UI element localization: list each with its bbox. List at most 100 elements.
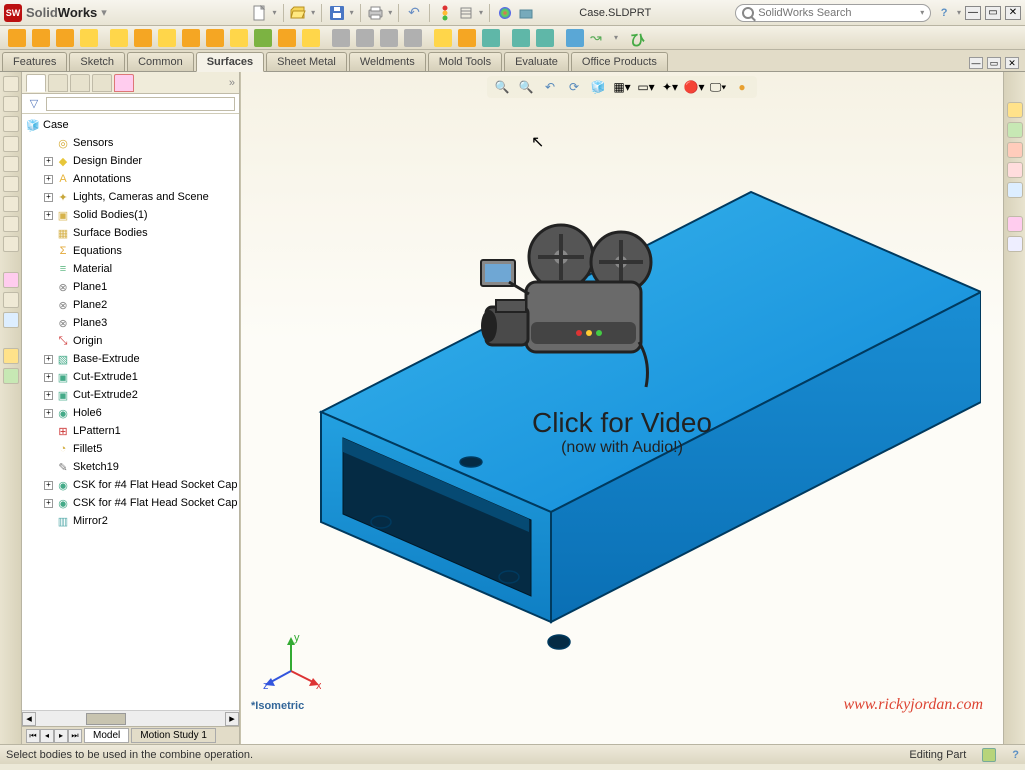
rail-icon[interactable]: [3, 236, 19, 252]
tab-sketch[interactable]: Sketch: [69, 52, 125, 71]
tab-weldments[interactable]: Weldments: [349, 52, 426, 71]
tree-item[interactable]: ◔Fillet5: [22, 440, 239, 458]
task-icon[interactable]: [1007, 162, 1023, 178]
feature-tree[interactable]: 🧊Case◎Sensors+◆Design Binder+AAnnotation…: [22, 114, 239, 710]
tree-tab-dim[interactable]: [92, 74, 112, 92]
tab-nav-last[interactable]: ⏭: [68, 729, 82, 743]
help-button[interactable]: ?: [935, 3, 953, 23]
tree-item[interactable]: +▣Cut-Extrude2: [22, 386, 239, 404]
task-icon[interactable]: [1007, 236, 1023, 252]
rail-icon[interactable]: [3, 312, 19, 328]
tree-item[interactable]: +◉CSK for #4 Flat Head Socket Cap: [22, 476, 239, 494]
status-help-icon[interactable]: ?: [1012, 749, 1019, 761]
tab-nav-next[interactable]: ▸: [54, 729, 68, 743]
cmd-icon-23[interactable]: [566, 29, 584, 47]
tree-item[interactable]: ≡Material: [22, 260, 239, 278]
cmd-icon-3[interactable]: [56, 29, 74, 47]
expand-icon[interactable]: +: [44, 481, 53, 490]
rail-icon[interactable]: [3, 136, 19, 152]
tree-item[interactable]: ⊗Plane2: [22, 296, 239, 314]
appearance-drop-icon[interactable]: 🔴▾: [685, 78, 703, 96]
search-box[interactable]: ▾: [735, 4, 931, 22]
tree-item[interactable]: ⤡Origin: [22, 332, 239, 350]
tree-item[interactable]: +▧Base-Extrude: [22, 350, 239, 368]
rail-icon[interactable]: [3, 156, 19, 172]
tree-item[interactable]: +✦Lights, Cameras and Scene: [22, 188, 239, 206]
rail-icon[interactable]: [3, 176, 19, 192]
tree-item[interactable]: ✎Sketch19: [22, 458, 239, 476]
tab-sheet metal[interactable]: Sheet Metal: [266, 52, 347, 71]
tree-item[interactable]: ◎Sensors: [22, 134, 239, 152]
cmd-icon-12[interactable]: [278, 29, 296, 47]
tree-item[interactable]: ΣEquations: [22, 242, 239, 260]
expand-icon[interactable]: +: [44, 499, 53, 508]
tree-item[interactable]: +▣Solid Bodies(1): [22, 206, 239, 224]
section-view-icon[interactable]: ⟳: [565, 78, 583, 96]
expand-icon[interactable]: +: [44, 157, 53, 166]
search-input[interactable]: [758, 7, 916, 19]
cmd-icon-11[interactable]: [254, 29, 272, 47]
tab-nav-prev[interactable]: ◂: [40, 729, 54, 743]
doc-restore-button[interactable]: ▭: [987, 57, 1001, 69]
tree-h-scrollbar[interactable]: ◂ ▸: [22, 710, 239, 726]
cmd-icon-24[interactable]: ↝: [590, 29, 608, 47]
cmd-icon-2[interactable]: [32, 29, 50, 47]
graphics-viewport[interactable]: 🔍 🔍 ↶ ⟳ 🧊 ▦▾ ▭▾ ✦▾ 🔴▾ 🖵▾ ● ↖: [240, 72, 1003, 744]
cmd-icon-8[interactable]: [182, 29, 200, 47]
tree-item[interactable]: ⊗Plane1: [22, 278, 239, 296]
bottom-tab-motion[interactable]: Motion Study 1: [131, 728, 216, 743]
tree-tabs-chevron-icon[interactable]: »: [229, 77, 235, 89]
expand-icon[interactable]: +: [44, 211, 53, 220]
doc-close-button[interactable]: ✕: [1005, 57, 1019, 69]
status-icon[interactable]: [982, 748, 996, 762]
tree-item[interactable]: ⊞LPattern1: [22, 422, 239, 440]
task-icon[interactable]: [1007, 216, 1023, 232]
appearance-button[interactable]: [496, 3, 514, 23]
tab-features[interactable]: Features: [2, 52, 67, 71]
scene-icon[interactable]: ✦▾: [661, 78, 679, 96]
rail-icon[interactable]: [3, 292, 19, 308]
render-icon[interactable]: 🖵▾: [709, 78, 727, 96]
tree-item[interactable]: +AAnnotations: [22, 170, 239, 188]
task-icon[interactable]: [1007, 142, 1023, 158]
cmd-icon-6[interactable]: [134, 29, 152, 47]
tree-item[interactable]: +◆Design Binder: [22, 152, 239, 170]
prev-view-icon[interactable]: ↶: [541, 78, 559, 96]
new-button[interactable]: [251, 3, 269, 23]
cmd-icon-7[interactable]: [158, 29, 176, 47]
tree-item[interactable]: +▣Cut-Extrude1: [22, 368, 239, 386]
expand-icon[interactable]: +: [44, 355, 53, 364]
video-overlay-text[interactable]: Click for Video (now with Audio!): [532, 407, 712, 457]
minimize-button[interactable]: —: [965, 6, 981, 20]
zoom-area-icon[interactable]: 🔍: [517, 78, 535, 96]
open-button[interactable]: [289, 3, 307, 23]
cmd-icon-10[interactable]: [230, 29, 248, 47]
tab-common[interactable]: Common: [127, 52, 194, 71]
task-icon[interactable]: [1007, 102, 1023, 118]
tree-tab-config[interactable]: [70, 74, 90, 92]
cmd-icon-21[interactable]: [512, 29, 530, 47]
cmd-icon-5[interactable]: [110, 29, 128, 47]
expand-icon[interactable]: +: [44, 391, 53, 400]
tab-mold tools[interactable]: Mold Tools: [428, 52, 502, 71]
print-button[interactable]: [367, 3, 385, 23]
tab-nav-first[interactable]: ⏮: [26, 729, 40, 743]
app-menu-chevron-icon[interactable]: ▾: [101, 6, 107, 19]
cmd-icon-19[interactable]: [458, 29, 476, 47]
options-button[interactable]: [457, 3, 475, 23]
cmd-icon-4[interactable]: [80, 29, 98, 47]
tab-office products[interactable]: Office Products: [571, 52, 668, 71]
rail-icon[interactable]: [3, 76, 19, 92]
video-camera-icon[interactable]: [471, 222, 671, 392]
expand-icon[interactable]: +: [44, 373, 53, 382]
cmd-icon-1[interactable]: [8, 29, 26, 47]
display-style-icon[interactable]: ▦▾: [613, 78, 631, 96]
cmd-icon-9[interactable]: [206, 29, 224, 47]
traffic-icon[interactable]: [436, 3, 454, 23]
cmd-icon-16[interactable]: [380, 29, 398, 47]
cmd-icon-25[interactable]: ひ: [630, 29, 648, 47]
tree-root[interactable]: 🧊Case: [22, 116, 239, 134]
rail-icon[interactable]: [3, 348, 19, 364]
rail-icon[interactable]: [3, 116, 19, 132]
tree-tab-property[interactable]: [48, 74, 68, 92]
